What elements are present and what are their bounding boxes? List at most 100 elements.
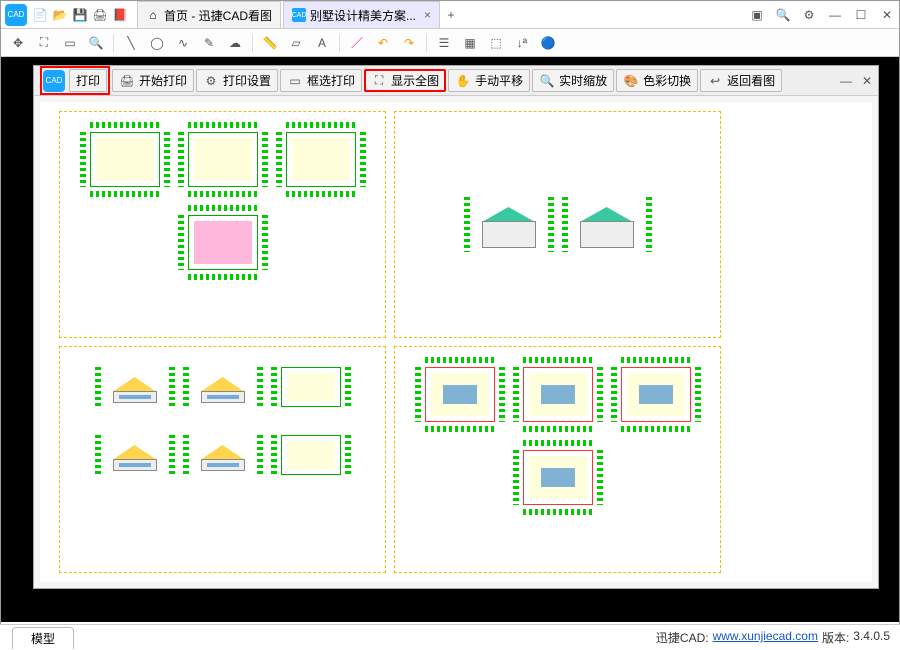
brand-link[interactable]: www.xunjiecad.com	[713, 629, 818, 646]
hand-icon: ✋	[455, 73, 471, 89]
text-icon[interactable]: A	[313, 34, 331, 52]
struct-plan	[611, 357, 701, 432]
zoom-window-icon[interactable]: ▭	[61, 34, 79, 52]
pan-icon[interactable]: ✥	[9, 34, 27, 52]
dialog-controls: — ✕	[840, 74, 872, 88]
cloud-icon[interactable]: ☁	[226, 34, 244, 52]
viewport: CAD 打印 🖨 开始打印 ⚙ 打印设置 ▭ 框选打印 ⛶ 显示全图	[1, 57, 899, 622]
pdf-icon[interactable]: 📕	[111, 6, 129, 24]
elevation	[95, 357, 175, 417]
print-settings-label: 打印设置	[223, 72, 271, 89]
cad-file-icon: CAD	[292, 8, 306, 22]
status-bar: 模型 迅捷CAD: www.xunjiecad.com 版本: 3.4.0.5	[0, 624, 900, 650]
model-tab[interactable]: 模型	[12, 627, 74, 649]
floor-plan	[178, 122, 268, 197]
separator	[252, 34, 253, 52]
pan-button[interactable]: ✋ 手动平移	[448, 69, 530, 92]
pan-label: 手动平移	[475, 72, 523, 89]
line-icon[interactable]: ╲	[122, 34, 140, 52]
selection-icon: ▭	[287, 73, 303, 89]
layers-icon[interactable]: ☰	[435, 34, 453, 52]
open-icon[interactable]: 📂	[51, 6, 69, 24]
dialog-minimize[interactable]: —	[840, 74, 852, 88]
document-tabs: ⌂ 首页 - 迅捷CAD看图 CAD 别墅设计精美方案... × +	[137, 1, 460, 28]
color-icon[interactable]: 🔵	[539, 34, 557, 52]
main-toolbar: ✥ ⛶ ▭ 🔍 ╲ ◯ ∿ ✎ ☁ 📏 ▱ A ／ ↶ ↷ ☰ ▦ ⬚ ↓ª 🔵	[1, 29, 899, 57]
print-settings-button[interactable]: ⚙ 打印设置	[196, 69, 278, 92]
zoom-label: 实时缩放	[559, 72, 607, 89]
close-icon[interactable]: ×	[424, 8, 431, 22]
zoom-icon[interactable]: 🔍	[87, 34, 105, 52]
floor-plan	[80, 122, 170, 197]
zoom-button[interactable]: 🔍 实时缩放	[532, 69, 614, 92]
redo-icon[interactable]: ↷	[400, 34, 418, 52]
site-plan	[271, 425, 351, 485]
color-button[interactable]: 🎨 色彩切换	[616, 69, 698, 92]
floor-plan	[276, 122, 366, 197]
new-icon[interactable]: 📄	[31, 6, 49, 24]
vip-icon[interactable]: ▣	[749, 8, 765, 22]
close-button[interactable]: ✕	[879, 8, 895, 22]
sheet-4	[395, 347, 720, 572]
area-icon[interactable]: ▱	[287, 34, 305, 52]
back-label: 返回看图	[727, 72, 775, 89]
elevation	[95, 425, 175, 485]
polyline-icon[interactable]: ∿	[174, 34, 192, 52]
dialog-close[interactable]: ✕	[862, 74, 872, 88]
search-icon[interactable]: 🔍	[775, 8, 791, 22]
layout-icon[interactable]: ▦	[461, 34, 479, 52]
circle-icon[interactable]: ◯	[148, 34, 166, 52]
print-dialog: CAD 打印 🖨 开始打印 ⚙ 打印设置 ▭ 框选打印 ⛶ 显示全图	[33, 65, 879, 589]
show-all-button[interactable]: ⛶ 显示全图	[364, 69, 446, 92]
measure-icon[interactable]: 📏	[261, 34, 279, 52]
sheet-1	[60, 112, 385, 337]
preview-canvas[interactable]	[40, 102, 872, 582]
tab-file[interactable]: CAD 别墅设计精美方案... ×	[283, 1, 440, 28]
back-button[interactable]: ↩ 返回看图	[700, 69, 782, 92]
add-tab-button[interactable]: +	[442, 1, 460, 28]
tab-home[interactable]: ⌂ 首页 - 迅捷CAD看图	[137, 1, 281, 28]
sheet-3	[60, 347, 385, 572]
titlebar: CAD 📄 📂 💾 🖨 📕 ⌂ 首页 - 迅捷CAD看图 CAD 别墅设计精美方…	[1, 1, 899, 29]
separator	[426, 34, 427, 52]
version-label: 版本:	[822, 629, 849, 646]
struct-plan	[513, 440, 603, 515]
elevation	[464, 187, 554, 262]
site-plan	[271, 357, 351, 417]
brand-label: 迅捷CAD:	[656, 629, 709, 646]
gear-icon[interactable]: ⚙	[801, 8, 817, 22]
minimize-button[interactable]: —	[827, 8, 843, 22]
3d-icon[interactable]: ⬚	[487, 34, 505, 52]
window-controls: ▣ 🔍 ⚙ — ☐ ✕	[749, 8, 895, 22]
separator	[113, 34, 114, 52]
tab-home-label: 首页 - 迅捷CAD看图	[164, 7, 272, 24]
box-print-button[interactable]: ▭ 框选打印	[280, 69, 362, 92]
home-icon: ⌂	[146, 8, 160, 22]
fit-icon: ⛶	[371, 73, 387, 89]
sort-icon[interactable]: ↓ª	[513, 34, 531, 52]
print-icon[interactable]: 🖨	[91, 6, 109, 24]
print-tab[interactable]: 打印	[69, 69, 107, 92]
eraser-icon[interactable]: ／	[348, 34, 366, 52]
elevation	[183, 425, 263, 485]
elevation	[562, 187, 652, 262]
drawing-sheets	[60, 112, 720, 572]
start-print-button[interactable]: 🖨 开始打印	[112, 69, 194, 92]
highlight-print-tab: CAD 打印	[40, 66, 110, 95]
magnify-icon: 🔍	[539, 73, 555, 89]
edit-icon[interactable]: ✎	[200, 34, 218, 52]
save-icon[interactable]: 💾	[71, 6, 89, 24]
maximize-button[interactable]: ☐	[853, 8, 869, 22]
app-logo-icon: CAD	[5, 4, 27, 26]
palette-icon: 🎨	[623, 73, 639, 89]
app-logo-icon: CAD	[43, 70, 65, 92]
settings-icon: ⚙	[203, 73, 219, 89]
separator	[339, 34, 340, 52]
tab-file-label: 别墅设计精美方案...	[310, 7, 416, 24]
zoom-extents-icon[interactable]: ⛶	[35, 34, 53, 52]
undo-icon[interactable]: ↶	[374, 34, 392, 52]
struct-plan	[415, 357, 505, 432]
sheet-2	[395, 112, 720, 337]
version-value: 3.4.0.5	[853, 629, 890, 646]
model-tab-label: 模型	[31, 632, 55, 646]
